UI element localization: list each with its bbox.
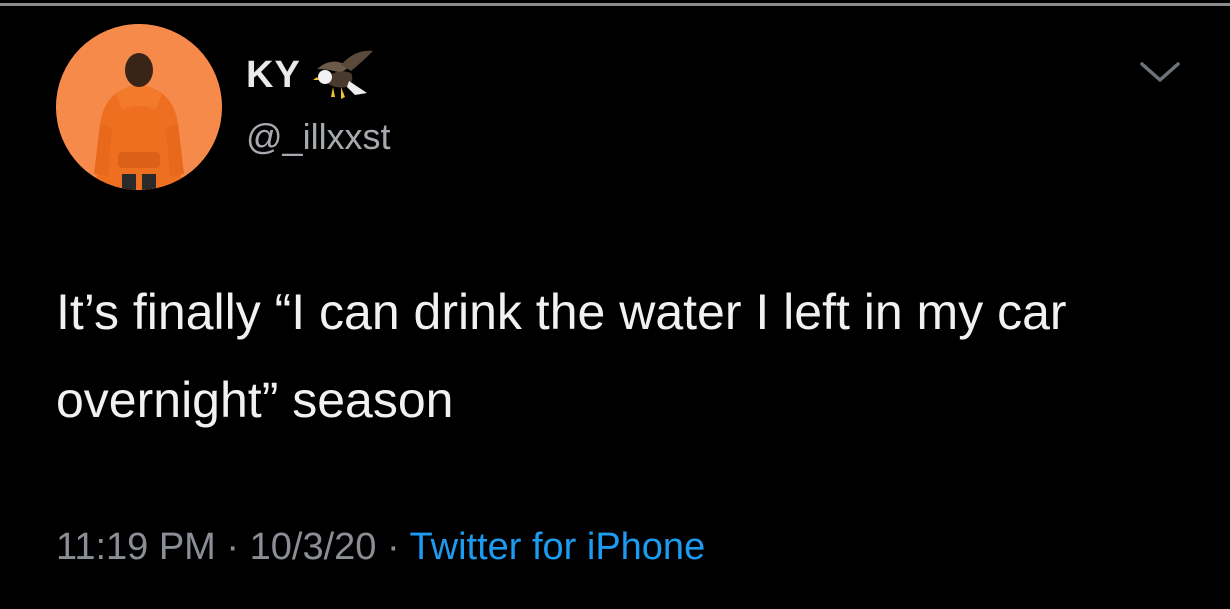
eagle-emoji-icon (311, 47, 375, 103)
meta-separator: · (376, 526, 410, 568)
tweet-time[interactable]: 11:19 PM (56, 526, 216, 568)
tweet-meta: 11:19 PM · 10/3/20 · Twitter for iPhone (56, 526, 705, 569)
avatar[interactable] (56, 24, 222, 190)
avatar-photo (56, 24, 222, 190)
display-name[interactable]: KY (246, 54, 301, 97)
chevron-down-icon[interactable] (1136, 56, 1184, 88)
tweet-card: KY @_illxxst It’s finally “I can drink t… (0, 0, 1230, 609)
tweet-date[interactable]: 10/3/20 (250, 526, 377, 568)
user-handle[interactable]: @_illxxst (246, 116, 391, 158)
tweet-text: It’s finally “I can drink the water I le… (56, 284, 1081, 428)
meta-separator: · (215, 526, 250, 568)
author-name-row[interactable]: KY (246, 50, 375, 99)
tweet-source-link[interactable]: Twitter for iPhone (410, 526, 706, 568)
